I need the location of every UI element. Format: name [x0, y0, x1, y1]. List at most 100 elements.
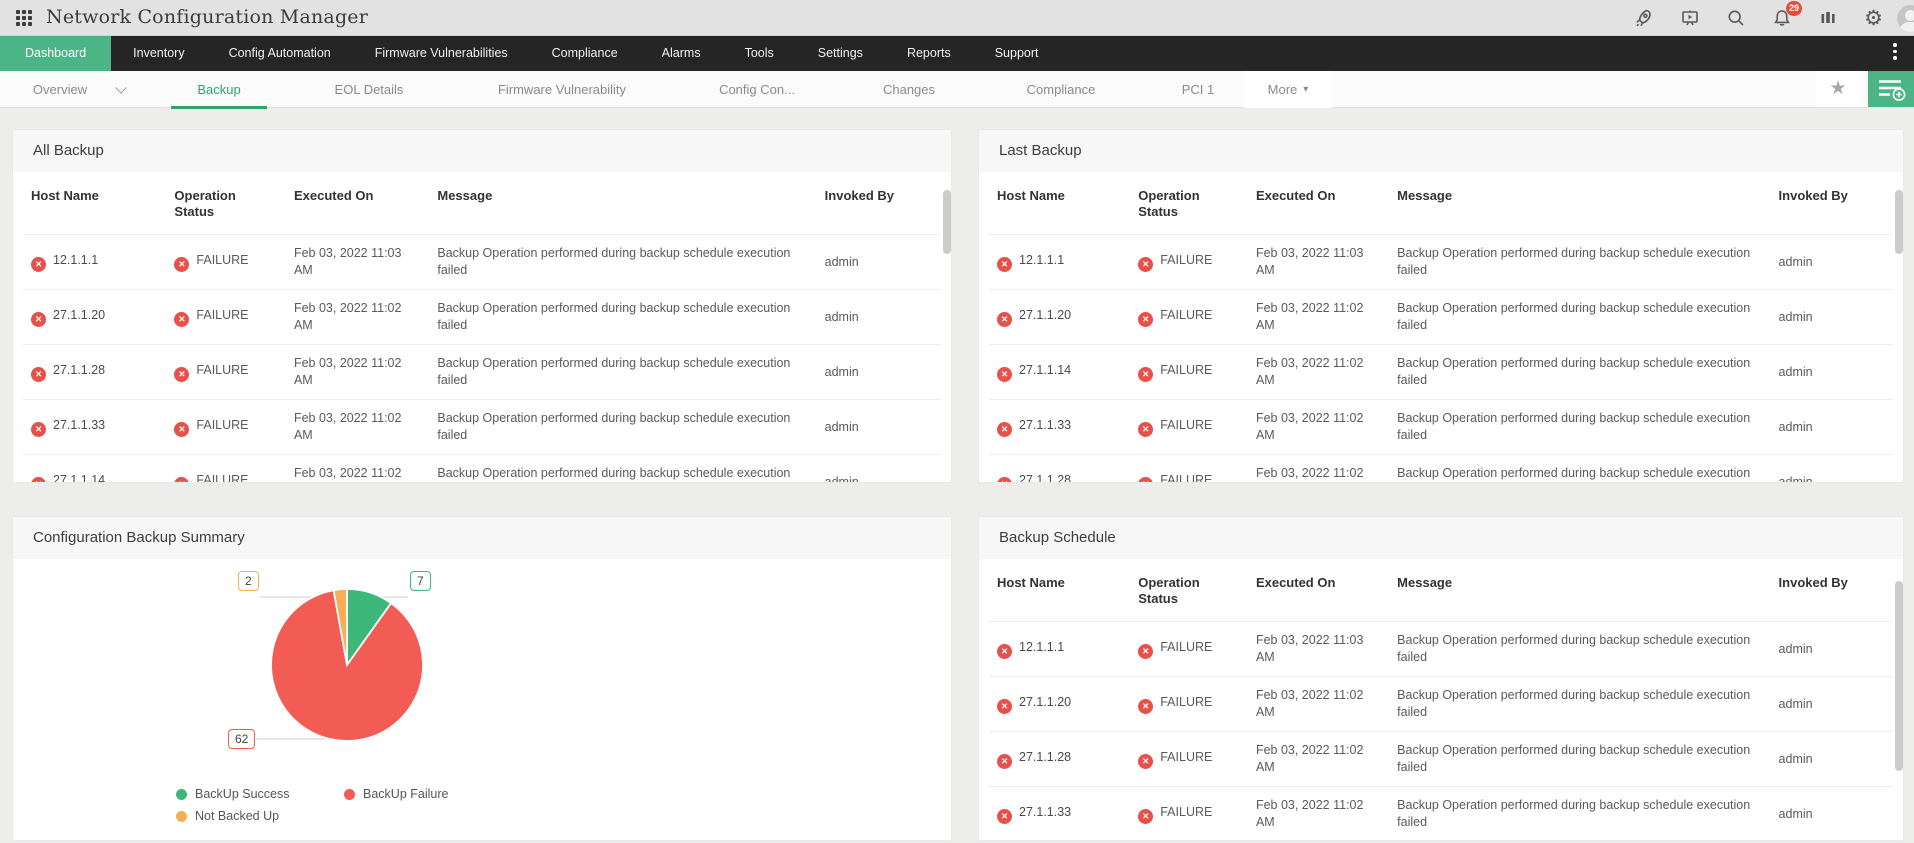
invoked-by-cell: admin: [1770, 399, 1893, 455]
nav-item-compliance[interactable]: Compliance: [530, 36, 640, 71]
host-name-cell: ✕ 12.1.1.1: [989, 621, 1131, 677]
legend-item-backup-success[interactable]: BackUp Success: [176, 787, 289, 801]
nav-item-tools[interactable]: Tools: [723, 36, 796, 71]
subnav-tab-compliance[interactable]: Compliance: [970, 71, 1152, 108]
nav-item-reports[interactable]: Reports: [885, 36, 973, 71]
legend-item-not-backed-up[interactable]: Not Backed Up: [176, 809, 279, 823]
message-cell: Backup Operation performed during backup…: [1389, 731, 1771, 787]
host-name-cell: ✕ 27.1.1.20: [23, 289, 167, 345]
legend-dot-backup-success: [176, 788, 187, 800]
message-cell: Backup Operation performed during backup…: [429, 289, 817, 345]
column-header-host-name: Host Name: [31, 188, 99, 203]
legend-label-not-backed-up: Not Backed Up: [195, 809, 280, 823]
column-header-executed-on: Executed On: [1255, 575, 1336, 590]
settings-gear-icon[interactable]: ⚙: [1863, 8, 1884, 29]
operation-status-cell: ✕FAILURE: [166, 234, 286, 290]
scrollbar-thumb[interactable]: [943, 190, 951, 254]
subnav-tab-changes[interactable]: Changes: [848, 71, 970, 108]
pie-leader-lines: [256, 596, 408, 740]
nav-item-alarms[interactable]: Alarms: [640, 36, 723, 71]
table-row: ✕ 27.1.1.33 ✕ FAILURE Feb 03, 2022 11:02 AM B…: [989, 399, 1893, 455]
failure-status-icon: ✕: [997, 754, 1012, 769]
column-header-message: Message: [1397, 575, 1453, 590]
failure-status-icon: ✕: [997, 477, 1012, 482]
nav-item-support[interactable]: Support: [973, 36, 1061, 71]
executed-on-cell: Feb 03, 2022 11:02 AM: [285, 454, 430, 482]
failure-status-icon: ✕: [997, 422, 1012, 437]
failure-status-icon: ✕: [1138, 422, 1154, 437]
operation-status-cell: ✕FAILURE: [166, 289, 286, 345]
message-cell: Backup Operation performed during backup…: [1389, 786, 1771, 840]
failure-status-icon: ✕: [1138, 312, 1154, 327]
all-backup-table: Host Name Operation Status Executed On Mess…: [23, 176, 941, 482]
failure-status-icon: ✕: [997, 367, 1012, 382]
host-name-cell: ✕ 12.1.1.1: [989, 234, 1131, 290]
demo-video-icon[interactable]: [1679, 8, 1700, 29]
failure-status-icon: ✕: [31, 477, 46, 482]
notification-count-badge: 29: [1785, 0, 1802, 16]
search-icon[interactable]: [1725, 8, 1746, 29]
backup-summary-pie-chart: [270, 588, 424, 742]
subnav-tab-backup[interactable]: Backup: [158, 71, 280, 108]
host-name-cell: ✕27.1.1.14: [23, 454, 167, 482]
invoked-by-cell: admin: [816, 454, 941, 482]
executed-on-cell: Feb 03, 2022 11:02 AM: [285, 289, 430, 345]
table-row: ✕27.1.1.14✕FAILUREFeb 03, 2022 11:02 AMB…: [989, 344, 1893, 400]
legend-dot-not-backed-up: [176, 810, 187, 822]
subnav-tab-overview[interactable]: Overview: [0, 71, 158, 108]
executed-on-cell: Feb 03, 2022 11:02 AM: [1247, 786, 1390, 840]
subnav-tab-config-con[interactable]: Config Con...: [666, 71, 848, 108]
column-header-message: Message: [1397, 188, 1453, 203]
message-cell: Backup Operation performed during backup…: [1389, 454, 1771, 482]
add-dashboard-button[interactable]: [1868, 71, 1914, 107]
host-name-cell: ✕ 12.1.1.1: [23, 234, 167, 290]
host-name-cell: ✕27.1.1.28: [989, 731, 1131, 787]
column-header-invoked-by: Invoked By: [1778, 575, 1848, 590]
nav-item-dashboard[interactable]: Dashboard: [0, 36, 112, 71]
failure-status-icon: ✕: [174, 312, 190, 327]
subnav-tab-more[interactable]: More ▾: [1244, 71, 1332, 108]
getting-started-rocket-icon[interactable]: [1633, 8, 1654, 29]
nav-item-config-automation[interactable]: Config Automation: [207, 36, 353, 71]
notifications-bell-icon[interactable]: 29: [1771, 0, 1802, 29]
failure-status-icon: ✕: [31, 422, 46, 437]
subnav-tab-eol-details[interactable]: EOL Details: [280, 71, 458, 108]
failure-status-icon: ✕: [997, 644, 1012, 659]
invoked-by-cell: admin: [816, 234, 941, 290]
executed-on-cell: Feb 03, 2022 11:02 AM: [1247, 731, 1390, 787]
dashboard-sub-nav: Overview Backup EOL Details Firmware Vulner…: [0, 71, 1914, 108]
invoked-by-cell: admin: [1770, 234, 1893, 290]
host-name-cell: ✕27.1.1.28: [23, 344, 167, 400]
subnav-tab-pci-1[interactable]: PCI 1: [1152, 71, 1244, 108]
operation-status-cell: ✕FAILURE: [166, 344, 286, 400]
failure-status-icon: ✕: [997, 699, 1012, 714]
nav-overflow-kebab-icon[interactable]: [1888, 43, 1902, 65]
last-backup-table: Host Name Operation Status Executed On Mess…: [989, 176, 1893, 482]
nav-item-firmware-vulnerabilities[interactable]: Firmware Vulnerabilities: [353, 36, 530, 71]
apps-grid-icon[interactable]: [16, 10, 32, 26]
executed-on-cell: Feb 03, 2022 11:03 AM: [1247, 621, 1390, 677]
table-row: ✕ 27.1.1.20 ✕ FAILURE Feb 03, 2022 11:02 AM B…: [989, 289, 1893, 345]
panel-title-backup-schedule: Backup Schedule: [979, 517, 1903, 559]
scrollbar-thumb[interactable]: [1895, 581, 1903, 771]
operation-status-cell: ✕FAILURE: [1130, 344, 1248, 400]
host-name-cell: ✕ 27.1.1.33: [989, 399, 1131, 455]
invoked-by-cell: admin: [1770, 454, 1893, 482]
subnav-tab-label: Backup: [197, 81, 241, 97]
subnav-tab-firmware-vulnerability[interactable]: Firmware Vulnerability: [458, 71, 666, 108]
user-avatar[interactable]: [1897, 5, 1914, 32]
organization-icon[interactable]: [1817, 8, 1838, 29]
invoked-by-cell: admin: [1770, 731, 1893, 787]
nav-item-settings[interactable]: Settings: [796, 36, 885, 71]
nav-item-inventory[interactable]: Inventory: [111, 36, 206, 71]
column-header-operation-status: Operation Status: [1138, 188, 1200, 219]
host-name-cell: ✕ 27.1.1.20: [989, 289, 1131, 345]
favorite-star-icon[interactable]: ★: [1816, 71, 1860, 107]
executed-on-cell: Feb 03, 2022 11:03 AM: [1247, 234, 1390, 290]
operation-status-cell: ✕FAILURE: [1130, 621, 1248, 677]
operation-status-cell: ✕FAILURE: [166, 399, 286, 455]
legend-item-backup-failure[interactable]: BackUp Failure: [344, 787, 448, 801]
scrollbar-thumb[interactable]: [1895, 190, 1903, 254]
subnav-tab-label: Overview: [32, 81, 88, 97]
executed-on-cell: Feb 03, 2022 11:02 AM: [1247, 454, 1390, 482]
